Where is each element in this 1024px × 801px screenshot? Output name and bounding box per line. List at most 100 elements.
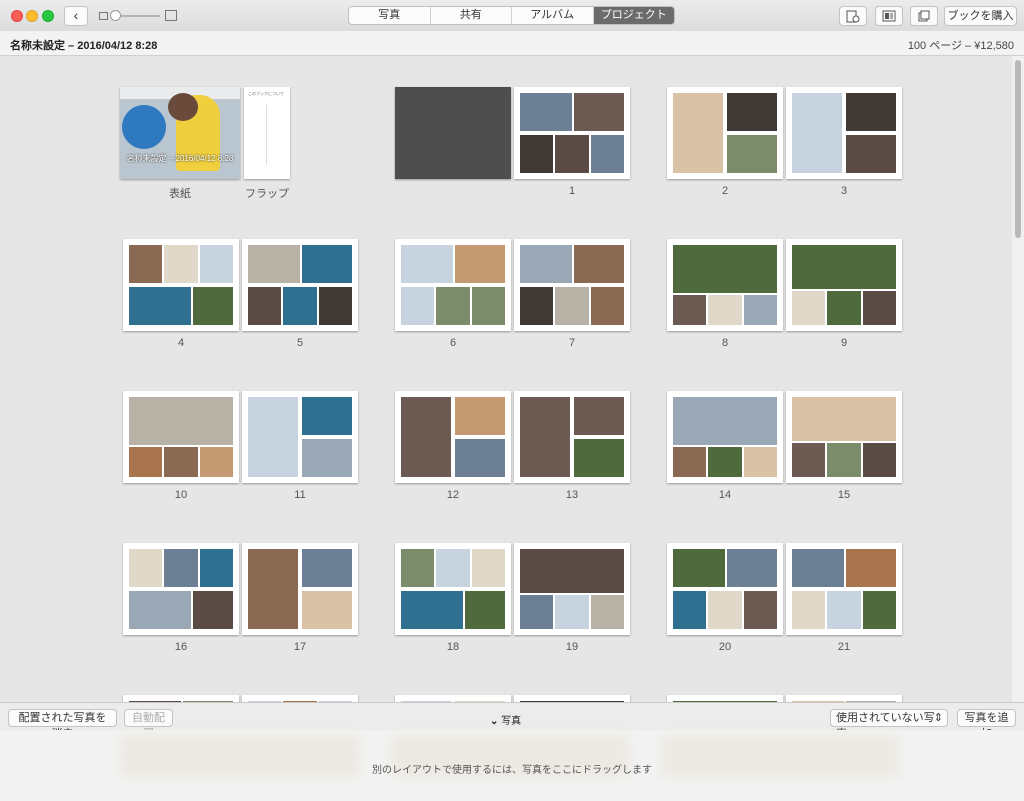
photo-cell[interactable] xyxy=(401,286,435,325)
book-settings-button[interactable] xyxy=(839,6,867,26)
photo-cell[interactable] xyxy=(727,134,777,173)
photo-cell[interactable] xyxy=(727,549,777,588)
photo-cell[interactable] xyxy=(520,594,554,629)
photo-cell[interactable] xyxy=(792,590,826,629)
book-page[interactable] xyxy=(395,695,511,702)
photo-cell[interactable] xyxy=(520,286,554,325)
scrollbar-thumb[interactable] xyxy=(1015,60,1021,238)
photo-cell[interactable] xyxy=(574,397,624,436)
photo-cell[interactable] xyxy=(283,286,317,325)
photo-cell[interactable] xyxy=(862,290,896,325)
photo-cell[interactable] xyxy=(401,397,451,477)
book-page[interactable] xyxy=(395,543,511,635)
photo-cell[interactable] xyxy=(455,397,505,436)
photo-cell[interactable] xyxy=(673,397,777,445)
photo-cell[interactable] xyxy=(792,245,896,289)
photo-cell[interactable] xyxy=(673,549,725,588)
photo-cell[interactable] xyxy=(520,134,554,173)
photo-filter-select[interactable]: 使用されていない写真 ⇕ xyxy=(830,709,948,740)
photo-cell[interactable] xyxy=(792,549,844,588)
book-page[interactable] xyxy=(667,87,783,179)
zoom-slider-knob[interactable] xyxy=(110,10,121,21)
photo-cell[interactable] xyxy=(471,549,505,588)
photo-cell[interactable] xyxy=(555,134,589,173)
photo-cell[interactable] xyxy=(827,290,861,325)
photo-cell[interactable] xyxy=(555,594,589,629)
book-page[interactable] xyxy=(514,87,630,179)
cover-spread[interactable]: 名称未設定 – 2016/04/12 8:28 このブックについて 表紙 フラッ… xyxy=(120,87,290,200)
zoom-window-button[interactable] xyxy=(42,10,54,22)
vertical-scrollbar[interactable] xyxy=(1012,56,1024,702)
photo-cell[interactable] xyxy=(574,93,624,132)
tab-albums[interactable]: アルバム xyxy=(512,7,594,24)
photo-cell[interactable] xyxy=(673,294,707,325)
photo-cell[interactable] xyxy=(164,549,198,588)
tab-shared[interactable]: 共有 xyxy=(431,7,512,24)
photo-cell[interactable] xyxy=(199,446,233,477)
tab-projects[interactable]: プロジェクト xyxy=(593,7,674,24)
book-page[interactable] xyxy=(667,391,783,483)
photo-cell[interactable] xyxy=(555,286,589,325)
photo-cell[interactable] xyxy=(792,397,896,441)
photo-cell[interactable] xyxy=(436,549,470,588)
tab-photos[interactable]: 写真 xyxy=(349,7,431,24)
book-page[interactable] xyxy=(242,239,358,331)
photo-cell[interactable] xyxy=(673,93,723,173)
photo-cell[interactable] xyxy=(743,446,777,477)
photo-cell[interactable] xyxy=(862,442,896,477)
photo-cell[interactable] xyxy=(401,590,464,629)
buy-book-button[interactable]: ブックを購入 xyxy=(944,6,1017,26)
photo-cell[interactable] xyxy=(590,594,624,629)
photo-cell[interactable] xyxy=(827,590,861,629)
book-page[interactable] xyxy=(123,391,239,483)
photo-cell[interactable] xyxy=(199,549,233,588)
book-page[interactable] xyxy=(667,543,783,635)
book-page[interactable] xyxy=(123,543,239,635)
photo-cell[interactable] xyxy=(129,549,163,588)
photo-cell[interactable] xyxy=(520,549,624,593)
photo-cell[interactable] xyxy=(302,438,352,477)
photo-cell[interactable] xyxy=(248,549,298,629)
photo-cell[interactable] xyxy=(846,93,896,132)
photo-cell[interactable] xyxy=(708,446,742,477)
book-page[interactable] xyxy=(123,239,239,331)
photo-cell[interactable] xyxy=(248,245,300,284)
photo-cell[interactable] xyxy=(129,397,233,445)
photo-cell[interactable] xyxy=(193,286,233,325)
photo-cell[interactable] xyxy=(574,245,624,284)
photo-cell[interactable] xyxy=(318,286,352,325)
book-page[interactable] xyxy=(786,239,902,331)
photo-cell[interactable] xyxy=(436,286,470,325)
photo-cell[interactable] xyxy=(129,286,192,325)
photo-cell[interactable] xyxy=(164,245,198,284)
book-page[interactable] xyxy=(242,391,358,483)
photo-cell[interactable] xyxy=(590,134,624,173)
photo-cell[interactable] xyxy=(248,397,298,477)
layout-options-button[interactable] xyxy=(875,6,903,26)
photo-cell[interactable] xyxy=(401,245,453,284)
photo-cell[interactable] xyxy=(743,590,777,629)
book-page[interactable] xyxy=(514,239,630,331)
clear-placed-photos-button[interactable]: 配置された写真を消去 xyxy=(8,709,117,740)
book-page[interactable] xyxy=(242,543,358,635)
photo-cell[interactable] xyxy=(302,397,352,436)
photo-cell[interactable] xyxy=(401,549,435,588)
photo-cell[interactable] xyxy=(743,294,777,325)
photo-cell[interactable] xyxy=(164,446,198,477)
photo-cell[interactable] xyxy=(862,590,896,629)
photo-cell[interactable] xyxy=(248,286,282,325)
photo-cell[interactable] xyxy=(708,590,742,629)
book-page[interactable] xyxy=(786,695,902,702)
photo-cell[interactable] xyxy=(129,446,163,477)
photo-cell[interactable] xyxy=(129,245,163,284)
book-page[interactable] xyxy=(514,391,630,483)
photo-cell[interactable] xyxy=(792,93,842,173)
book-page[interactable] xyxy=(667,695,783,702)
back-button[interactable]: ‹ xyxy=(64,6,88,26)
photo-cell[interactable] xyxy=(520,245,572,284)
photo-cell[interactable] xyxy=(455,438,505,477)
photo-cell[interactable] xyxy=(827,442,861,477)
book-page[interactable] xyxy=(395,239,511,331)
book-page[interactable] xyxy=(514,695,630,702)
book-page[interactable] xyxy=(395,391,511,483)
